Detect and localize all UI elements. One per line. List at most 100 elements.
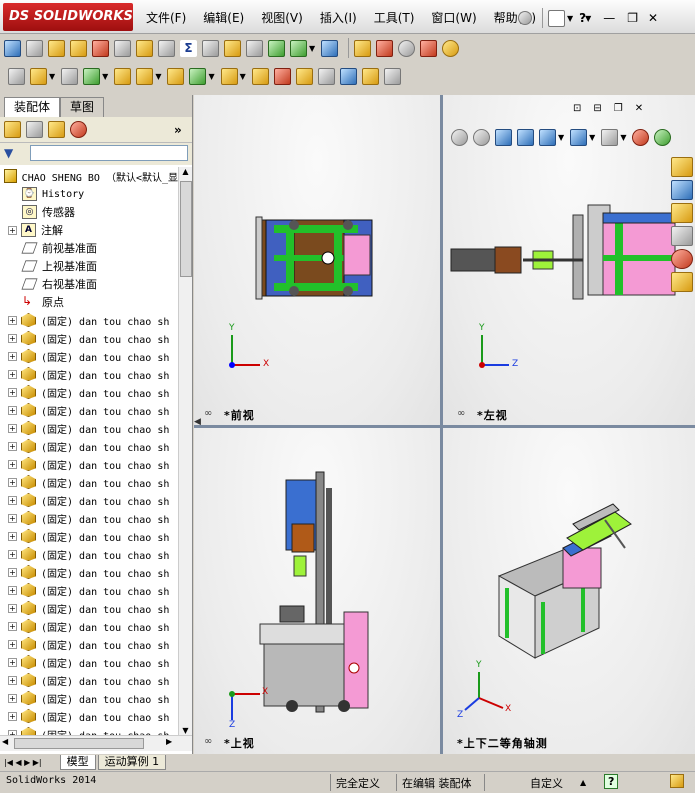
tab-assembly[interactable]: 装配体 bbox=[4, 97, 61, 117]
pane-collapse-icon[interactable]: ◀ bbox=[194, 417, 201, 427]
done-icon[interactable] bbox=[398, 39, 416, 57]
graphics-area[interactable]: Y X ∞ *前视 ▼ ▼ ▼ ⊡ ⊟ ❐ ✕ Y Z ∞ *左视 X Z ∞ … bbox=[194, 95, 695, 754]
measure-icon[interactable] bbox=[339, 68, 357, 85]
new-part-dropdown-icon[interactable]: ▼ bbox=[49, 72, 55, 81]
solidworks-logo[interactable]: DS SOLIDWORKS bbox=[3, 3, 133, 31]
gauge-icon[interactable] bbox=[92, 39, 109, 57]
pattern-icon[interactable] bbox=[83, 68, 101, 85]
expand-icon[interactable]: + bbox=[8, 603, 17, 613]
interference-icon[interactable] bbox=[273, 68, 291, 85]
expand-icon[interactable]: + bbox=[8, 513, 17, 523]
expand-icon[interactable]: + bbox=[8, 405, 17, 415]
property-manager-icon[interactable] bbox=[26, 121, 43, 138]
checkbox-icon[interactable] bbox=[136, 39, 153, 57]
expand-icon[interactable]: + bbox=[8, 585, 17, 595]
properties-icon[interactable] bbox=[383, 68, 401, 85]
explode-dropdown-icon[interactable]: ▼ bbox=[240, 72, 246, 81]
new-part-icon[interactable] bbox=[30, 68, 47, 85]
intersect-icon[interactable] bbox=[202, 39, 219, 57]
expand-icon[interactable]: + bbox=[8, 675, 17, 685]
tab-model[interactable]: 模型 bbox=[59, 755, 96, 770]
tree-item-history[interactable]: ⌚ History bbox=[0, 185, 178, 203]
component-row[interactable]: + (固定) dan tou chao sh bbox=[0, 563, 178, 581]
scroll-left-icon[interactable]: ◀ bbox=[2, 737, 8, 746]
move-dropdown-icon[interactable]: ▼ bbox=[155, 72, 161, 81]
filter-icon[interactable]: ▼ bbox=[4, 146, 13, 160]
warning-icon[interactable] bbox=[224, 39, 241, 57]
help-dropdown-icon[interactable]: ▼ bbox=[585, 14, 591, 23]
sigma-icon[interactable]: Σ bbox=[180, 39, 197, 57]
close-button[interactable]: ✕ bbox=[648, 11, 658, 25]
pushpin-icon[interactable] bbox=[518, 11, 532, 25]
tree-item-top-plane[interactable]: 上视基准面 bbox=[0, 257, 178, 275]
component-row[interactable]: + (固定) dan tou chao sh bbox=[0, 635, 178, 653]
expand-manager-icon[interactable]: » bbox=[174, 123, 182, 137]
scroll-up-icon[interactable]: ▲ bbox=[179, 167, 192, 176]
component-row[interactable]: + (固定) dan tou chao sh bbox=[0, 689, 178, 707]
component-row[interactable]: + (固定) dan tou chao sh bbox=[0, 329, 178, 347]
component-row[interactable]: + (固定) dan tou chao sh bbox=[0, 383, 178, 401]
expand-icon[interactable]: + bbox=[8, 351, 17, 361]
spell-check-icon[interactable] bbox=[4, 39, 21, 57]
viewport-isometric[interactable]: Y X Z *上下二等角轴测 bbox=[443, 428, 695, 754]
component-row[interactable]: + (固定) dan tou chao sh bbox=[0, 599, 178, 617]
scroll-down-icon[interactable]: ▼ bbox=[179, 726, 192, 735]
component-row[interactable]: + (固定) dan tou chao sh bbox=[0, 617, 178, 635]
component-row[interactable]: + (固定) dan tou chao sh bbox=[0, 311, 178, 329]
tree-root[interactable]: CHAO SHENG BO （默认<默认_显 bbox=[0, 167, 178, 185]
component-row[interactable]: + (固定) dan tou chao sh bbox=[0, 365, 178, 383]
component-row[interactable]: + (固定) dan tou chao sh bbox=[0, 347, 178, 365]
rebuild-icon[interactable] bbox=[670, 774, 684, 788]
checkbox-disabled-icon[interactable] bbox=[158, 39, 175, 57]
component-row[interactable]: + (固定) dan tou chao sh bbox=[0, 455, 178, 473]
folder-icon[interactable] bbox=[70, 39, 87, 57]
restore-button[interactable]: ❐ bbox=[627, 11, 638, 25]
home-icon[interactable] bbox=[671, 157, 693, 177]
viewport-left[interactable]: ▼ ▼ ▼ ⊡ ⊟ ❐ ✕ Y Z ∞ *左视 bbox=[443, 95, 695, 425]
viewport-top[interactable]: X Z ∞ *上视 bbox=[194, 428, 440, 754]
expand-icon[interactable]: + bbox=[8, 333, 17, 343]
custom-properties-icon[interactable] bbox=[671, 272, 693, 292]
tree-item-sensors[interactable]: ◎ 传感器 bbox=[0, 203, 178, 221]
menu-insert[interactable]: 插入(I) bbox=[320, 9, 357, 26]
tree-item-annotations[interactable]: + A 注解 bbox=[0, 221, 178, 239]
component-row[interactable]: + (固定) dan tou chao sh bbox=[0, 491, 178, 509]
tree-vertical-scrollbar[interactable]: ▲ ▼ bbox=[178, 167, 192, 735]
tree-item-right-plane[interactable]: 右视基准面 bbox=[0, 275, 178, 293]
viewport-split-vertical[interactable] bbox=[440, 95, 443, 754]
bom-icon[interactable] bbox=[251, 68, 269, 85]
expand-icon[interactable]: + bbox=[8, 711, 17, 721]
menu-tools[interactable]: 工具(T) bbox=[374, 9, 415, 26]
expand-icon[interactable]: + bbox=[8, 423, 17, 433]
expand-icon[interactable]: + bbox=[8, 621, 17, 631]
component-row[interactable]: + (固定) dan tou chao sh bbox=[0, 671, 178, 689]
align-icon[interactable] bbox=[246, 39, 263, 57]
expand-icon[interactable]: + bbox=[8, 477, 17, 487]
new-dropdown-icon[interactable]: ▼ bbox=[567, 14, 573, 23]
expand-icon[interactable]: + bbox=[8, 693, 17, 703]
scroll-thumb[interactable] bbox=[180, 181, 192, 277]
compare-icon[interactable] bbox=[354, 39, 372, 57]
table-icon[interactable] bbox=[321, 39, 339, 57]
exploded-view-icon[interactable] bbox=[220, 68, 238, 85]
viewport-split-horizontal[interactable] bbox=[194, 425, 695, 428]
circle-tool-icon[interactable] bbox=[376, 39, 394, 57]
paperclip-icon[interactable] bbox=[26, 39, 43, 57]
tab-sketch[interactable]: 草图 bbox=[60, 97, 105, 117]
expand-icon[interactable]: + bbox=[8, 549, 17, 559]
component-row[interactable]: + (固定) dan tou chao sh bbox=[0, 437, 178, 455]
expand-icon[interactable]: + bbox=[8, 369, 17, 379]
hide-show-icon[interactable] bbox=[189, 68, 207, 85]
status-units[interactable]: 自定义 bbox=[530, 775, 563, 791]
minimize-button[interactable]: — bbox=[603, 11, 615, 25]
component-row[interactable]: + (固定) dan tou chao sh bbox=[0, 527, 178, 545]
expand-icon[interactable]: + bbox=[8, 531, 17, 541]
new-document-icon[interactable] bbox=[548, 9, 565, 27]
rotate-component-icon[interactable] bbox=[136, 68, 154, 85]
snapshot-icon[interactable] bbox=[361, 68, 379, 85]
feature-manager-icon[interactable] bbox=[4, 121, 21, 138]
move-component-icon[interactable] bbox=[114, 68, 132, 85]
expand-icon[interactable]: + bbox=[8, 459, 17, 469]
export-icon[interactable] bbox=[268, 39, 285, 57]
update-icon[interactable] bbox=[317, 68, 335, 85]
